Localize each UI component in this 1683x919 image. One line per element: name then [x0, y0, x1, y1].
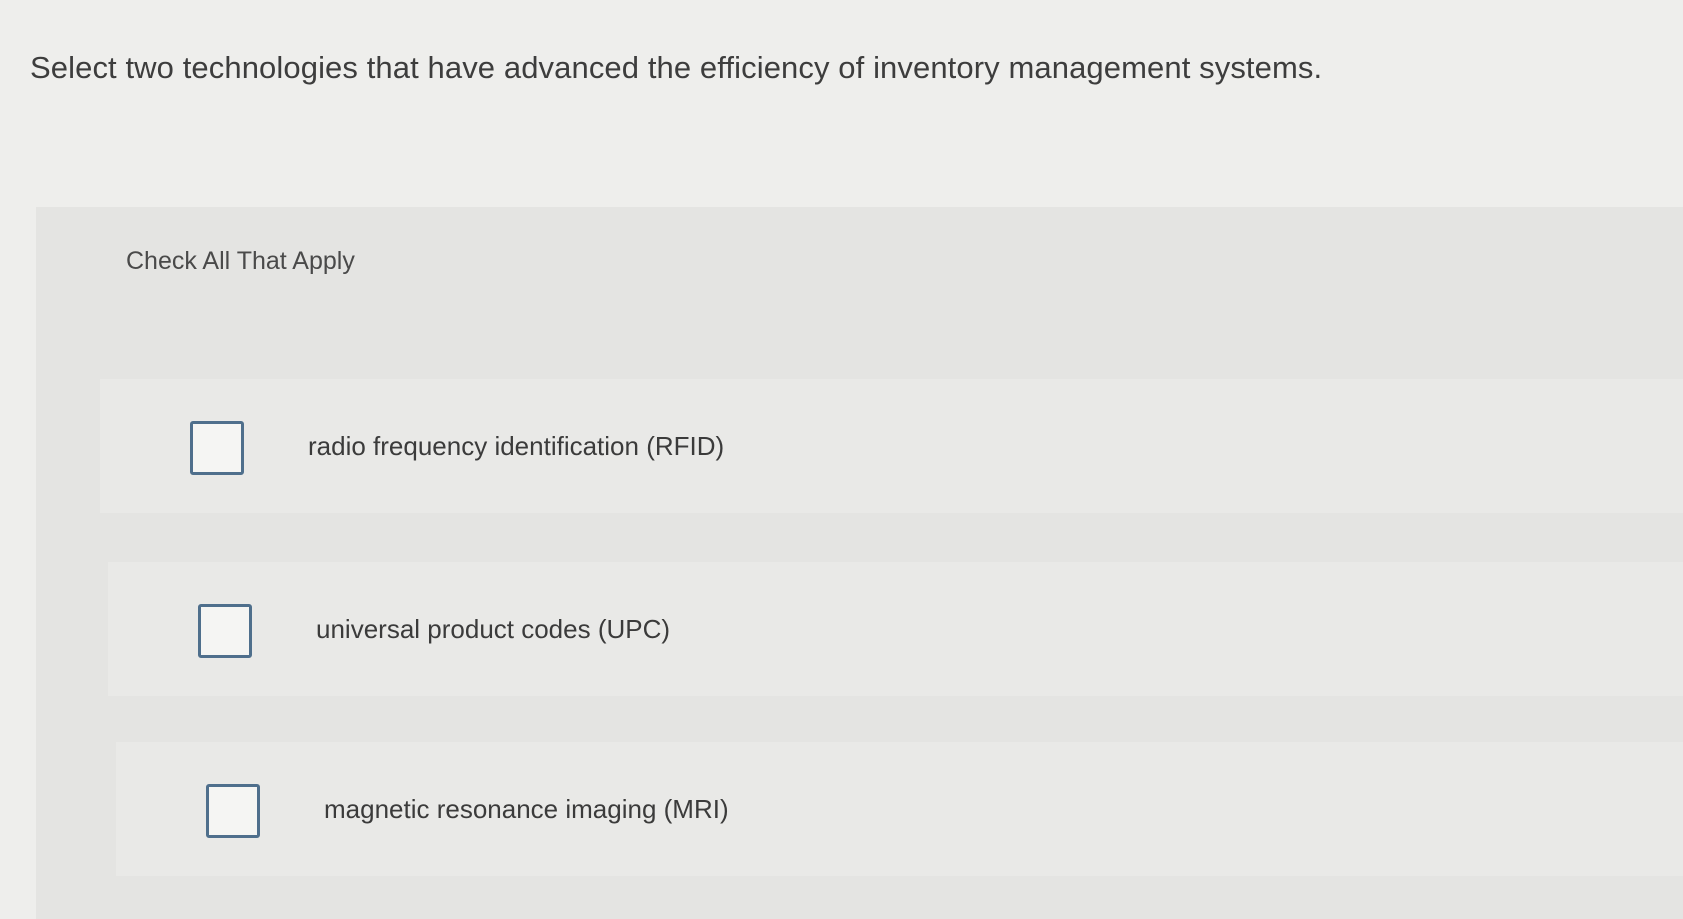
option-mri-label: magnetic resonance imaging (MRI) — [324, 794, 729, 824]
check-all-instruction: Check All That Apply — [126, 247, 355, 275]
option-upc-label: universal product codes (UPC) — [316, 614, 671, 644]
option-upc-checkbox[interactable] — [198, 604, 252, 658]
option-rfid[interactable]: radio frequency identification (RFID) — [100, 379, 1683, 513]
option-mri[interactable]: magnetic resonance imaging (MRI) — [116, 742, 1683, 876]
option-upc[interactable]: universal product codes (UPC) — [108, 562, 1683, 696]
answer-panel: Check All That Apply radio frequency ide… — [36, 207, 1683, 919]
option-rfid-checkbox[interactable] — [190, 421, 244, 475]
question-text: Select two technologies that have advanc… — [30, 50, 1323, 85]
option-rfid-label: radio frequency identification (RFID) — [308, 431, 725, 461]
option-mri-checkbox[interactable] — [206, 784, 260, 838]
